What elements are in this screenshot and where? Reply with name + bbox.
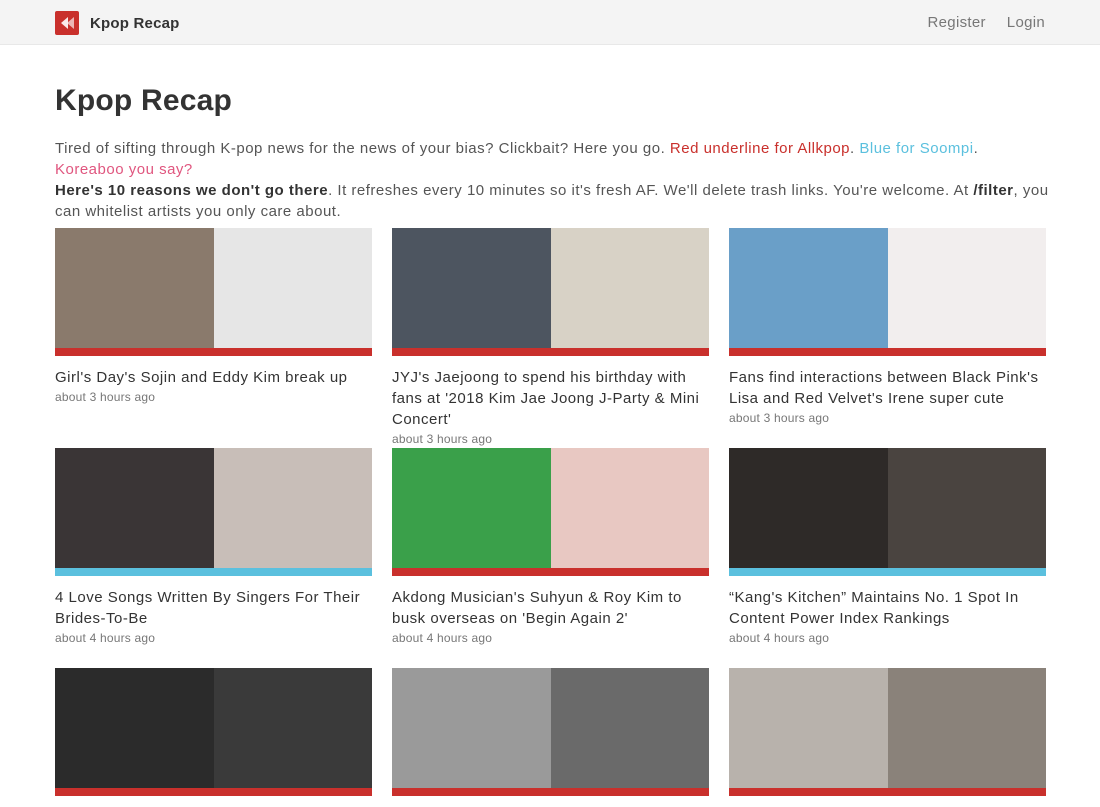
source-color-bar <box>55 788 372 796</box>
article-title[interactable]: “Kang's Kitchen” Maintains No. 1 Spot In… <box>729 587 1046 629</box>
thumbnail-photo <box>888 448 1046 568</box>
source-color-bar <box>392 348 709 356</box>
source-color-bar <box>729 348 1046 356</box>
rewind-logo-icon <box>55 11 79 35</box>
article-thumbnail[interactable] <box>729 668 1046 788</box>
koreaboo-legend-link[interactable]: Koreaboo you say? <box>55 161 193 178</box>
article-title[interactable]: Girl's Day's Sojin and Eddy Kim break up <box>55 367 372 388</box>
article-thumbnail[interactable] <box>729 448 1046 568</box>
login-link[interactable]: Login <box>1007 14 1045 31</box>
intro-dot-1: . <box>850 140 860 157</box>
thumbnail-photo <box>392 668 551 788</box>
thumbnail-photo <box>214 228 372 348</box>
article-thumbnail[interactable] <box>392 668 709 788</box>
source-color-bar <box>55 348 372 356</box>
thumbnail-photo <box>551 228 709 348</box>
article-title[interactable]: Akdong Musician's Suhyun & Roy Kim to bu… <box>392 587 709 629</box>
thumbnail-photo <box>392 448 551 568</box>
article-card[interactable]: JYJ's Jaejoong to spend his birthday wit… <box>392 228 709 446</box>
reasons-link[interactable]: Here's 10 reasons we don't go there <box>55 182 328 199</box>
article-title[interactable]: 4 Love Songs Written By Singers For Thei… <box>55 587 372 629</box>
intro-text-1: Tired of sifting through K-pop news for … <box>55 140 670 157</box>
top-navbar: Kpop Recap Register Login <box>0 0 1100 45</box>
thumbnail-photo <box>214 448 372 568</box>
article-timestamp: about 4 hours ago <box>392 631 493 645</box>
article-card[interactable]: “Kang's Kitchen” Maintains No. 1 Spot In… <box>729 448 1046 645</box>
article-thumbnail[interactable] <box>55 228 372 348</box>
thumbnail-photo <box>55 448 214 568</box>
article-thumbnail[interactable] <box>729 228 1046 348</box>
thumbnail-photo <box>55 668 214 788</box>
article-card[interactable] <box>392 668 709 807</box>
filter-link[interactable]: /filter <box>973 182 1013 199</box>
page-title: Kpop Recap <box>55 84 233 117</box>
intro-dot-2: . <box>973 140 979 157</box>
thumbnail-photo <box>888 668 1046 788</box>
article-card[interactable]: 4 Love Songs Written By Singers For Thei… <box>55 448 372 645</box>
thumbnail-photo <box>729 448 888 568</box>
article-timestamp: about 3 hours ago <box>729 411 830 425</box>
allkpop-legend-link[interactable]: Red underline for Allkpop <box>670 140 850 157</box>
article-thumbnail[interactable] <box>392 448 709 568</box>
source-color-bar <box>55 568 372 576</box>
article-timestamp: about 3 hours ago <box>55 390 156 404</box>
soompi-legend-link[interactable]: Blue for Soompi <box>859 140 973 157</box>
thumbnail-photo <box>392 228 551 348</box>
source-color-bar <box>729 788 1046 796</box>
article-card[interactable] <box>55 668 372 807</box>
article-timestamp: about 4 hours ago <box>729 631 830 645</box>
article-thumbnail[interactable] <box>55 668 372 788</box>
brand-name: Kpop Recap <box>90 14 180 32</box>
thumbnail-photo <box>729 668 888 788</box>
article-title[interactable]: JYJ's Jaejoong to spend his birthday wit… <box>392 367 709 430</box>
thumbnail-photo <box>729 228 888 348</box>
thumbnail-photo <box>214 668 372 788</box>
article-card[interactable] <box>729 668 1046 807</box>
source-color-bar <box>392 568 709 576</box>
intro-text-2: . It refreshes every 10 minutes so it's … <box>328 182 974 199</box>
source-color-bar <box>392 788 709 796</box>
thumbnail-photo <box>55 228 214 348</box>
brand-link[interactable]: Kpop Recap <box>55 11 180 35</box>
source-color-bar <box>729 568 1046 576</box>
nav-links: Register Login <box>928 14 1045 31</box>
intro-paragraph: Tired of sifting through K-pop news for … <box>55 138 1050 222</box>
article-thumbnail[interactable] <box>55 448 372 568</box>
article-timestamp: about 4 hours ago <box>55 631 156 645</box>
thumbnail-photo <box>551 448 709 568</box>
article-thumbnail[interactable] <box>392 228 709 348</box>
article-card[interactable]: Fans find interactions between Black Pin… <box>729 228 1046 425</box>
article-card[interactable]: Akdong Musician's Suhyun & Roy Kim to bu… <box>392 448 709 645</box>
article-card[interactable]: Girl's Day's Sojin and Eddy Kim break up… <box>55 228 372 404</box>
article-timestamp: about 3 hours ago <box>392 432 493 446</box>
thumbnail-photo <box>551 668 709 788</box>
register-link[interactable]: Register <box>928 14 986 31</box>
article-title[interactable]: Fans find interactions between Black Pin… <box>729 367 1046 409</box>
thumbnail-photo <box>888 228 1046 348</box>
